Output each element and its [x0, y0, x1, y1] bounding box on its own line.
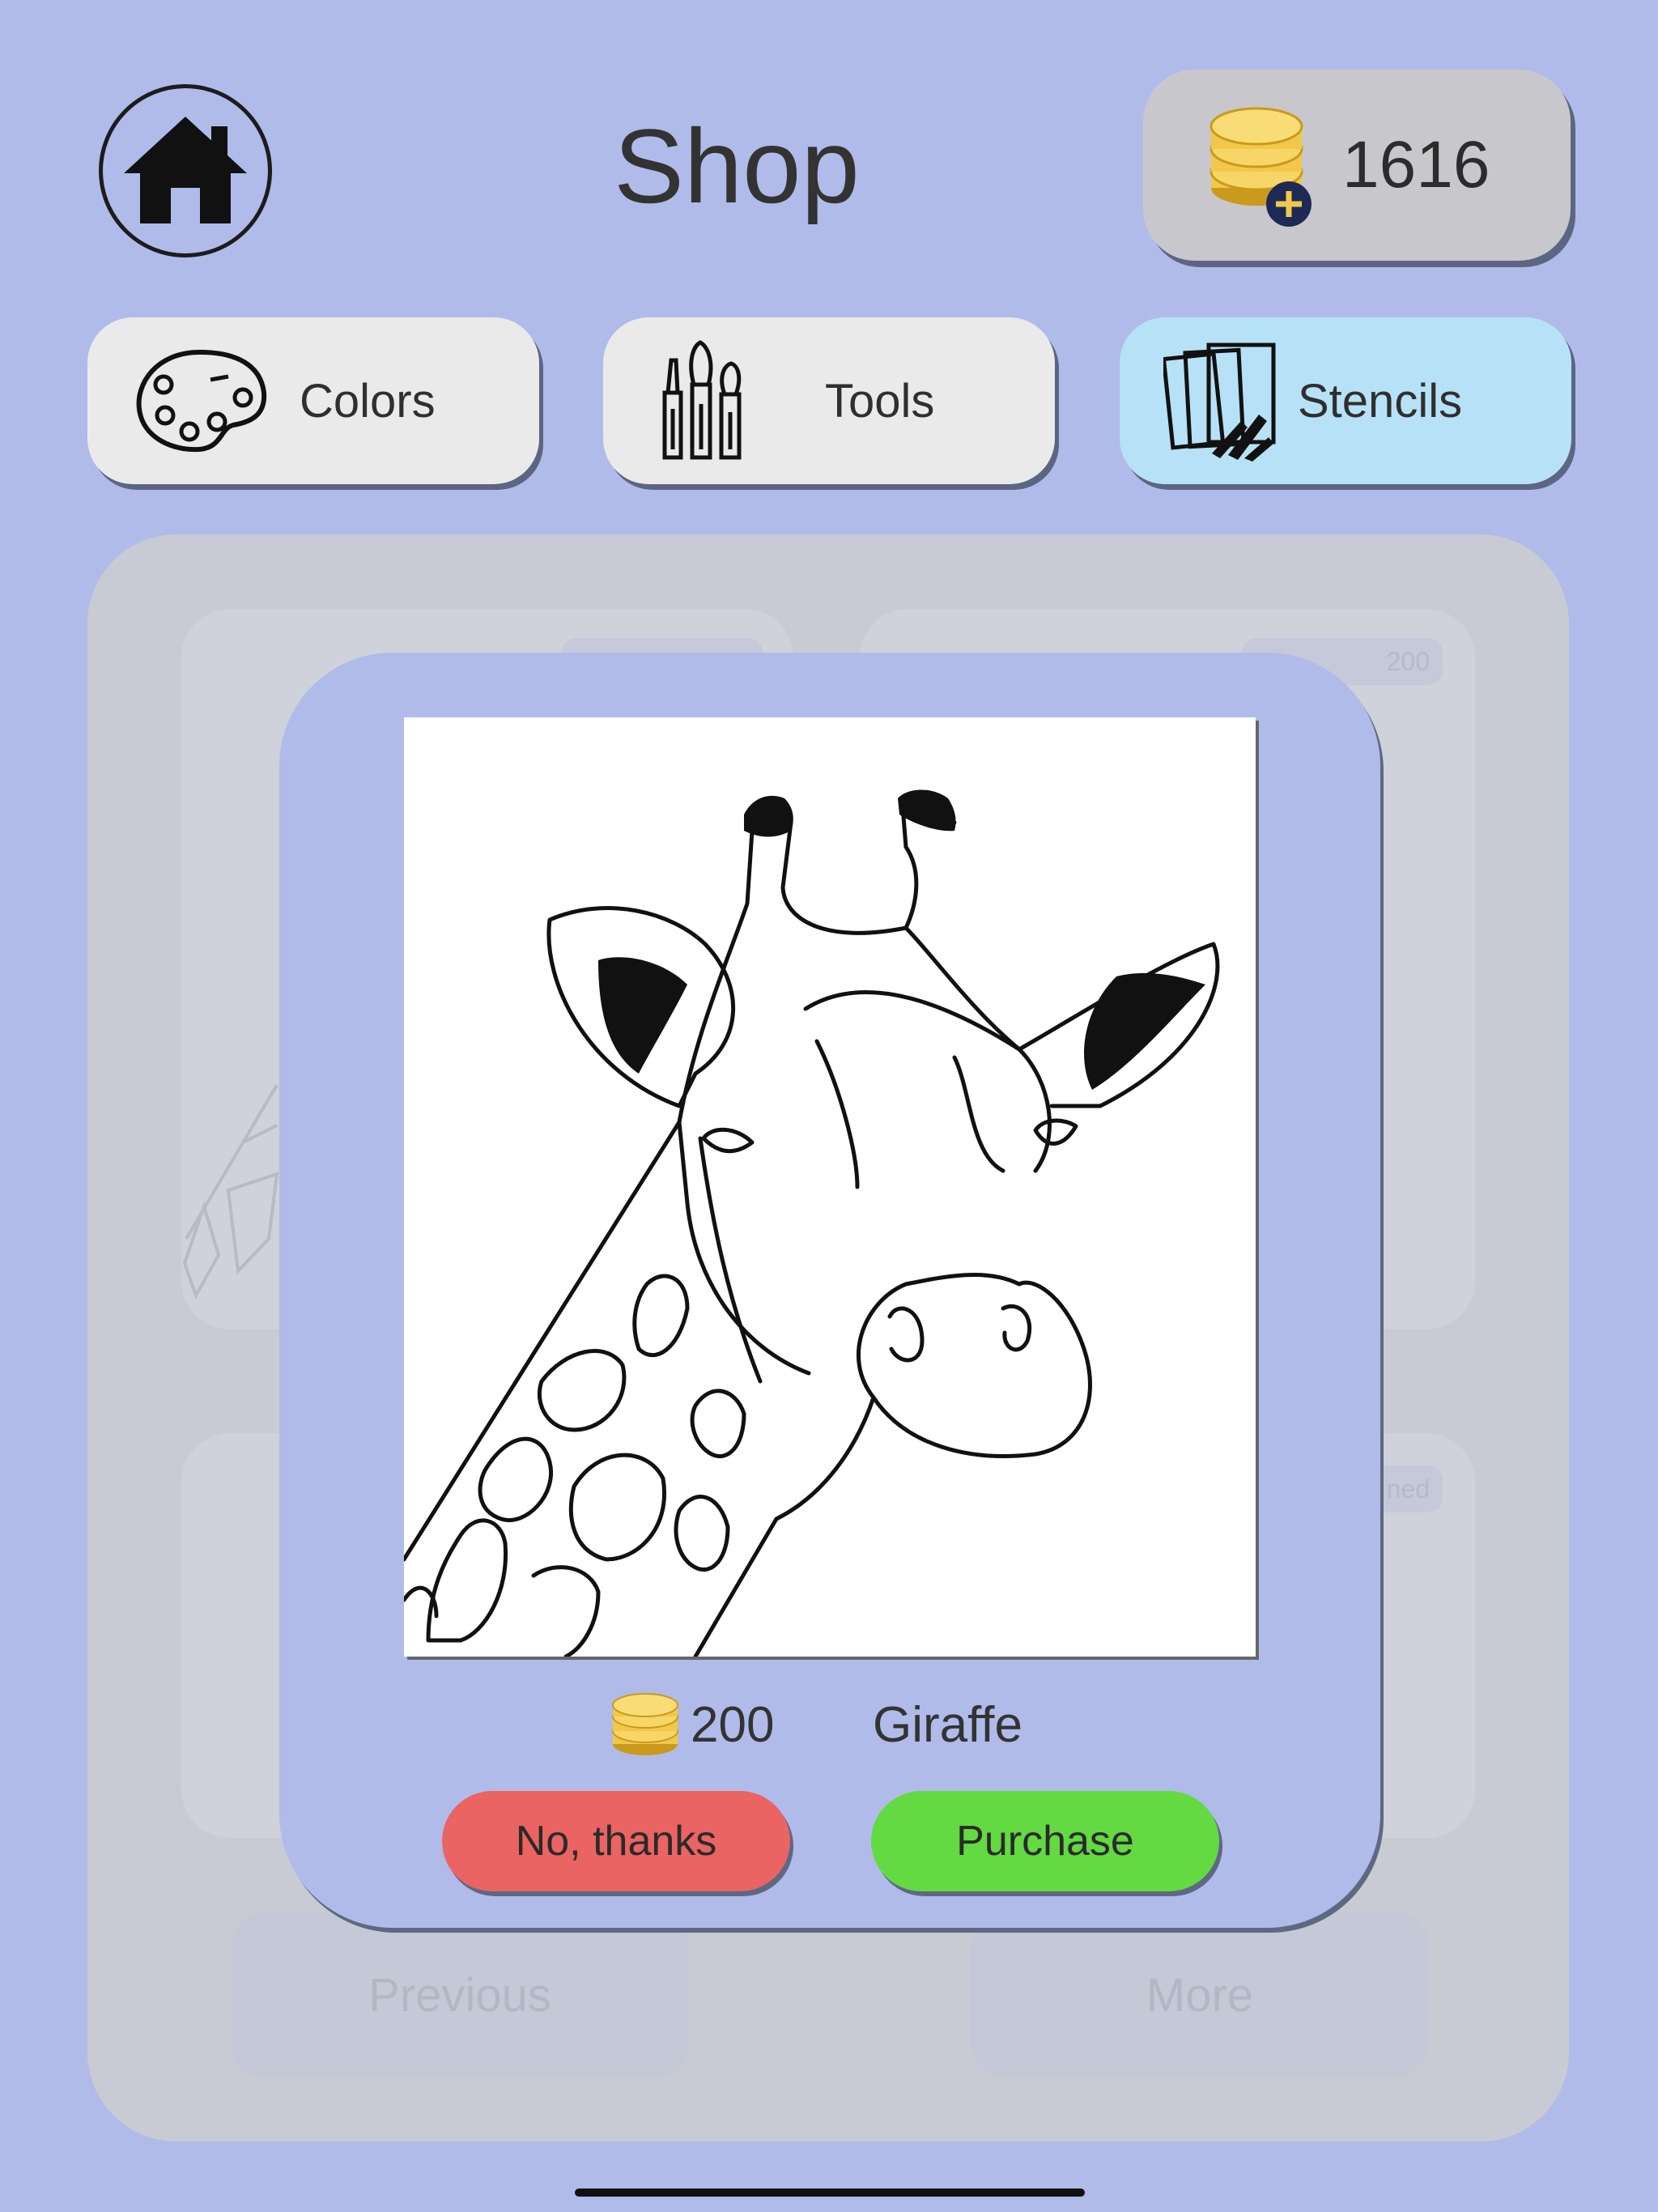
tab-stencils[interactable]: Stencils [1120, 317, 1571, 484]
tab-tools-label: Tools [825, 374, 935, 428]
tab-stencils-label: Stencils [1298, 374, 1463, 428]
coin-stack-add-icon [1209, 107, 1312, 227]
coin-balance-button[interactable]: 1616 [1143, 70, 1571, 261]
item-price: 200 [691, 1697, 775, 1753]
coin-icon [612, 1693, 678, 1755]
item-name: Giraffe [873, 1697, 1022, 1753]
palette-icon [136, 349, 267, 453]
stencils-icon [1163, 342, 1276, 462]
stencil-preview [404, 717, 1256, 1657]
tab-tools[interactable]: Tools [603, 317, 1055, 484]
more-button[interactable]: More [971, 1912, 1428, 2078]
giraffe-stencil-image [404, 789, 1220, 1657]
giraffe-stencil-thumbnail [182, 1083, 279, 1300]
brushes-icon [662, 340, 742, 460]
purchase-button[interactable]: Purchase [871, 1791, 1219, 1891]
previous-button[interactable]: Previous [232, 1912, 688, 2078]
coin-balance-value: 1616 [1342, 128, 1490, 202]
home-indicator[interactable] [575, 2189, 1085, 2197]
tab-colors-label: Colors [300, 374, 436, 428]
decline-button[interactable]: No, thanks [442, 1791, 790, 1891]
tab-colors[interactable]: Colors [87, 317, 539, 484]
